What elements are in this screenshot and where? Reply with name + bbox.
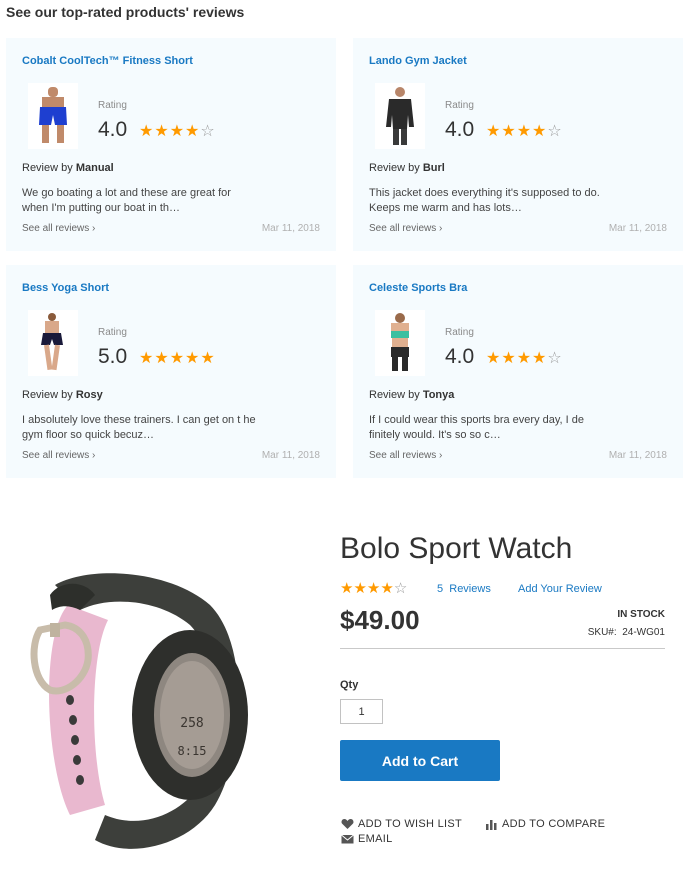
rating-value: 4.0 (98, 118, 128, 141)
star-filled-icon: ★ (366, 580, 381, 597)
star-empty-icon: ☆ (393, 580, 408, 597)
watch-display-bottom: 8:15 (178, 744, 207, 758)
product-thumbnail[interactable] (28, 83, 78, 149)
star-filled-icon: ★ (169, 350, 186, 367)
see-all-reviews-link[interactable]: See all reviews › (22, 223, 95, 234)
star-filled-icon: ★ (169, 123, 186, 140)
star-filled-icon: ★ (532, 350, 548, 367)
star-filled-icon: ★ (486, 350, 502, 367)
qty-input[interactable] (340, 699, 383, 724)
divider (340, 648, 665, 649)
star-filled-icon: ★ (139, 123, 155, 140)
chevron-right-icon: › (439, 223, 443, 234)
star-filled-icon: ★ (486, 123, 502, 140)
star-filled-icon: ★ (154, 123, 170, 140)
chevron-right-icon: › (92, 450, 96, 461)
review-card: Cobalt CoolTech™ Fitness Short Rating 4.… (6, 38, 336, 251)
reviewer-name: Manual (75, 162, 114, 174)
review-card: Celeste Sports Bra Rating 4.0 ★★★★☆ Revi… (353, 265, 683, 478)
review-card-product-link[interactable]: Celeste Sports Bra (369, 282, 467, 294)
reviews-count-link[interactable]: 5 Reviews (437, 583, 491, 595)
star-empty-icon: ☆ (547, 123, 563, 140)
review-date: Mar 11, 2018 (261, 223, 320, 234)
reviewer-name: Rosy (75, 389, 103, 401)
product-price: $49.00 (340, 605, 420, 635)
reviewer-name: Tonya (422, 389, 455, 401)
rating-label: Rating (445, 327, 474, 338)
rating-stars: ★★★★☆ (486, 348, 563, 368)
review-card-product-link[interactable]: Bess Yoga Short (22, 282, 109, 294)
product-thumbnail[interactable] (375, 310, 425, 376)
star-filled-icon: ★ (185, 350, 201, 367)
star-filled-icon: ★ (200, 350, 216, 367)
review-card: Bess Yoga Short Rating 5.0 ★★★★★ Review … (6, 265, 336, 478)
review-author: Review by Rosy (22, 389, 103, 401)
email-link[interactable]: EMAIL (341, 833, 393, 845)
star-filled-icon: ★ (340, 580, 354, 597)
review-author: Review by Manual (22, 162, 114, 174)
star-empty-icon: ☆ (200, 123, 216, 140)
rating-stars: ★★★★☆ (486, 121, 563, 141)
star-filled-icon: ★ (501, 350, 517, 367)
envelope-icon (341, 834, 354, 844)
qty-label: Qty (340, 679, 359, 691)
watch-display-top: 258 (180, 716, 203, 731)
rating-value: 4.0 (445, 345, 475, 368)
review-date: Mar 11, 2018 (261, 450, 320, 461)
see-all-reviews-link[interactable]: See all reviews › (369, 450, 442, 461)
product-title: Bolo Sport Watch (340, 532, 573, 565)
star-filled-icon: ★ (516, 123, 533, 140)
review-excerpt: This jacket does everything it's suppose… (369, 187, 600, 214)
review-card-product-link[interactable]: Cobalt CoolTech™ Fitness Short (22, 55, 193, 67)
rating-value: 5.0 (98, 345, 128, 368)
add-to-compare-link[interactable]: ADD TO COMPARE (485, 818, 605, 830)
star-filled-icon: ★ (532, 123, 548, 140)
review-card-product-link[interactable]: Lando Gym Jacket (369, 55, 467, 67)
star-filled-icon: ★ (516, 350, 533, 367)
review-date: Mar 11, 2018 (608, 223, 667, 234)
review-excerpt: If I could wear this sports bra every da… (369, 414, 585, 441)
review-author: Review by Tonya (369, 389, 455, 401)
star-filled-icon: ★ (139, 350, 155, 367)
chevron-right-icon: › (439, 450, 443, 461)
product-thumbnail[interactable] (375, 83, 425, 149)
rating-value: 4.0 (445, 118, 475, 141)
star-filled-icon: ★ (185, 123, 201, 140)
rating-stars: ★★★★★ (139, 348, 216, 368)
star-filled-icon: ★ (501, 123, 517, 140)
see-all-reviews-link[interactable]: See all reviews › (369, 223, 442, 234)
product-sku: SKU#: 24-WG01 (587, 627, 665, 638)
rating-stars: ★★★★☆ (139, 121, 216, 141)
rating-label: Rating (98, 327, 127, 338)
reviewer-name: Burl (422, 162, 445, 174)
stock-status: IN STOCK (617, 609, 665, 620)
review-author: Review by Burl (369, 162, 445, 174)
review-card: Lando Gym Jacket Rating 4.0 ★★★★☆ Review… (353, 38, 683, 251)
product-rating-stars: ★★★★☆ (340, 579, 407, 597)
see-all-reviews-link[interactable]: See all reviews › (22, 450, 95, 461)
star-empty-icon: ☆ (547, 350, 563, 367)
heart-icon (341, 819, 354, 829)
star-filled-icon: ★ (353, 580, 367, 597)
review-excerpt: I absolutely love these trainers. I can … (22, 414, 256, 441)
star-filled-icon: ★ (380, 580, 394, 597)
reviews-section-heading: See our top-rated products' reviews (6, 4, 245, 20)
add-to-wishlist-link[interactable]: ADD TO WISH LIST (341, 818, 462, 830)
chevron-right-icon: › (92, 223, 96, 234)
star-filled-icon: ★ (154, 350, 170, 367)
add-to-cart-button[interactable]: Add to Cart (340, 740, 500, 781)
product-thumbnail[interactable] (28, 310, 78, 376)
review-excerpt: We go boating a lot and these are great … (22, 187, 231, 214)
review-date: Mar 11, 2018 (608, 450, 667, 461)
bar-chart-icon (486, 820, 497, 830)
product-main-image[interactable]: 258 8:15 (10, 515, 320, 865)
rating-label: Rating (98, 100, 127, 111)
add-your-review-link[interactable]: Add Your Review (518, 583, 602, 595)
rating-label: Rating (445, 100, 474, 111)
